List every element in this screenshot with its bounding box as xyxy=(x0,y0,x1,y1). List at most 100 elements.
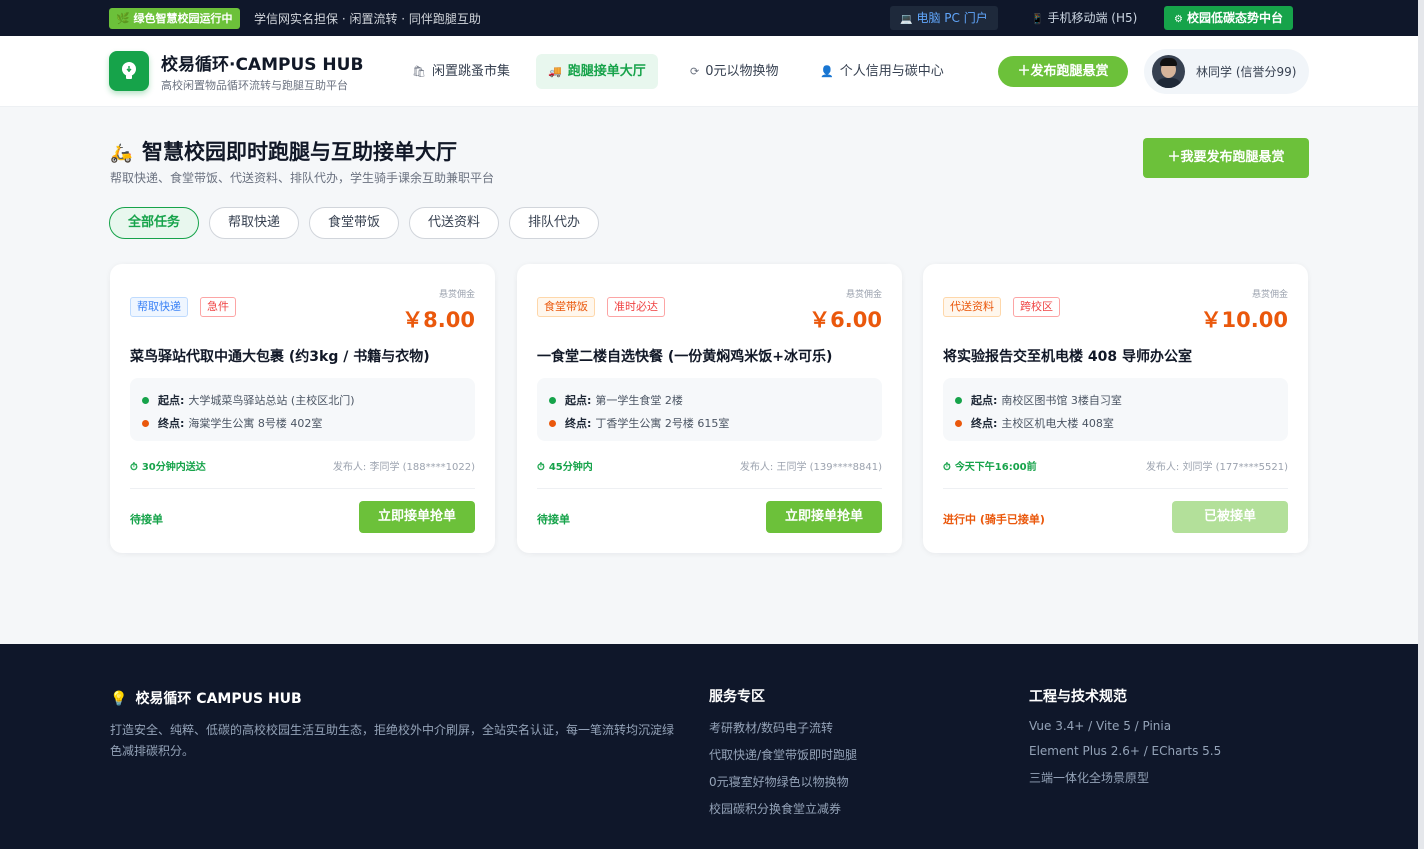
publish-errand-label: 发布跑腿悬赏 xyxy=(1030,64,1109,79)
end-location: 海棠学生公寓 8号楼 402室 xyxy=(188,417,323,430)
bulb-icon xyxy=(122,62,136,79)
bulb-icon: 💡 xyxy=(110,691,128,707)
task-title[interactable]: 将实验报告交至机电楼 408 导师办公室 xyxy=(943,346,1192,366)
end-dot-icon xyxy=(549,419,556,427)
footer-brand[interactable]: 💡 校易循环 CAMPUS HUB xyxy=(110,688,302,708)
laptop-icon: 💻 xyxy=(900,14,913,25)
publish-errand-button[interactable]: ＋发布跑腿悬赏 xyxy=(998,56,1128,87)
nav-errand-hall-label: 跑腿接单大厅 xyxy=(567,64,646,79)
end-location: 丁香学生公寓 2号楼 615室 xyxy=(595,417,730,430)
task-card[interactable]: 代送资料 跨校区 悬赏佣金 ￥10.00 将实验报告交至机电楼 408 导师办公… xyxy=(923,264,1308,553)
task-tag: 准时必达 xyxy=(607,297,665,317)
start-label: 起点: xyxy=(971,394,998,407)
carbon-dashboard-button[interactable]: ⚙ 校园低碳态势中台 xyxy=(1164,6,1293,30)
publish-bounty-button[interactable]: ＋我要发布跑腿悬赏 xyxy=(1143,138,1309,178)
end-label: 终点: xyxy=(158,417,185,430)
brand-name[interactable]: 校易循环·CAMPUS HUB xyxy=(161,50,363,75)
timer-icon: ⏱ xyxy=(943,462,951,473)
end-location: 主校区机电大楼 408室 xyxy=(1001,417,1114,430)
deadline-text: 45分钟内 xyxy=(548,462,593,473)
task-status: 待接单 xyxy=(130,513,163,526)
app-logo[interactable] xyxy=(109,51,149,91)
top-bar: 🌿 绿色智慧校园运行中 学信网实名担保 · 闲置流转 · 同伴跑腿互助 💻 电脑 … xyxy=(0,0,1418,36)
scooter-icon: 🛵 xyxy=(110,143,133,164)
nav-flea-market[interactable]: 🛍 闲置跳蚤市集 xyxy=(400,54,522,89)
task-publisher: 发布人: 王同学 (139****8841) xyxy=(739,462,882,473)
timer-icon: ⏱ xyxy=(130,462,138,473)
task-tag: 帮取快递 xyxy=(130,297,188,317)
task-deadline: ⏱ 30分钟内送达 xyxy=(130,458,206,473)
taken-order-button: 已被接单 xyxy=(1172,501,1288,533)
filter-documents[interactable]: 代送资料 xyxy=(409,207,499,239)
card-divider xyxy=(537,488,882,489)
truck-icon: 🚚 xyxy=(548,65,562,78)
task-tag: 急件 xyxy=(200,297,236,317)
footer-link[interactable]: 0元寝室好物绿色以物换物 xyxy=(709,773,849,790)
footer-link[interactable]: 代取快递/食堂带饭即时跑腿 xyxy=(709,746,857,763)
start-dot-icon xyxy=(549,396,556,404)
route-start: 起点: 大学城菜鸟驿站总站 (主校区北门) xyxy=(142,392,355,408)
reward-label: 悬赏佣金 xyxy=(1251,290,1288,300)
footer-description: 打造安全、纯粹、低碳的高校校园生活互助生态，拒绝校外中介刷屏，全站实名认证，每一… xyxy=(110,723,675,758)
footer-tech-item: Element Plus 2.6+ / ECharts 5.5 xyxy=(1029,744,1222,758)
task-card[interactable]: 食堂带饭 准时必达 悬赏佣金 ￥6.00 一食堂二楼自选快餐 (一份黄焖鸡米饭+… xyxy=(517,264,902,553)
footer-brand-text: 校易循环 CAMPUS HUB xyxy=(135,691,302,707)
plus-icon: ＋ xyxy=(1167,150,1181,165)
start-dot-icon xyxy=(142,396,149,404)
grab-order-button[interactable]: 立即接单抢单 xyxy=(359,501,475,533)
user-name: 林同学 (信誉分99) xyxy=(1196,65,1297,79)
bag-icon: 🛍 xyxy=(412,65,426,78)
carbon-dashboard-label: 校园低碳态势中台 xyxy=(1186,11,1283,25)
footer-link[interactable]: 校园碳积分换食堂立减券 xyxy=(709,800,841,817)
main-header: 校易循环·CAMPUS HUB 高校闲置物品循环流转与跑腿互助平台 🛍 闲置跳蚤市… xyxy=(0,36,1418,107)
task-title[interactable]: 菜鸟驿站代取中通大包裹 (约3kg / 书籍与衣物) xyxy=(130,346,430,366)
footer-tech-item: Vue 3.4+ / Vite 5 / Pinia xyxy=(1029,719,1172,733)
campus-status-text: 绿色智慧校园运行中 xyxy=(133,12,233,25)
filter-all[interactable]: 全部任务 xyxy=(109,207,199,239)
task-publisher: 发布人: 刘同学 (177****5521) xyxy=(1145,462,1288,473)
page-scrollbar[interactable] xyxy=(1418,0,1424,849)
card-divider xyxy=(130,488,475,489)
publish-bounty-label: 我要发布跑腿悬赏 xyxy=(1180,150,1285,165)
page-subtitle: 帮取快递、食堂带饭、代送资料、排队代办，学生骑手课余互助兼职平台 xyxy=(110,171,495,185)
user-icon: 👤 xyxy=(820,65,834,78)
route-end: 终点: 主校区机电大楼 408室 xyxy=(955,415,1114,431)
reward-label: 悬赏佣金 xyxy=(845,290,882,300)
start-label: 起点: xyxy=(565,394,592,407)
reward-amount: ￥6.00 xyxy=(809,308,882,332)
task-title[interactable]: 一食堂二楼自选快餐 (一份黄焖鸡米饭+冰可乐) xyxy=(537,346,832,366)
task-card[interactable]: 帮取快递 急件 悬赏佣金 ￥8.00 菜鸟驿站代取中通大包裹 (约3kg / 书… xyxy=(110,264,495,553)
footer-tech-title: 工程与技术规范 xyxy=(1029,689,1127,705)
filter-canteen[interactable]: 食堂带饭 xyxy=(309,207,399,239)
site-footer: 💡 校易循环 CAMPUS HUB 打造安全、纯粹、低碳的高校校园生活互助生态，拒… xyxy=(0,644,1418,849)
start-location: 大学城菜鸟驿站总站 (主校区北门) xyxy=(188,394,355,407)
mobile-h5-button[interactable]: 📱 手机移动端 (H5) xyxy=(1021,6,1147,30)
grab-order-button[interactable]: 立即接单抢单 xyxy=(766,501,882,533)
brand-tagline: 高校闲置物品循环流转与跑腿互助平台 xyxy=(161,79,348,92)
footer-link[interactable]: 考研教材/数码电子流转 xyxy=(709,719,833,736)
user-profile[interactable]: 林同学 (信誉分99) xyxy=(1144,49,1309,94)
task-publisher: 发布人: 李同学 (188****1022) xyxy=(332,462,475,473)
footer-tech-item: 三端一体化全场景原型 xyxy=(1029,771,1150,785)
filter-queue[interactable]: 排队代办 xyxy=(509,207,599,239)
phone-icon: 📱 xyxy=(1031,14,1044,25)
nav-credit-center[interactable]: 👤 个人信用与碳中心 xyxy=(808,54,956,89)
task-tag: 食堂带饭 xyxy=(537,297,595,317)
timer-icon: ⏱ xyxy=(537,462,545,473)
task-tag: 跨校区 xyxy=(1013,297,1060,317)
nav-swap-label: 0元以物换物 xyxy=(705,64,779,79)
filter-express[interactable]: 帮取快递 xyxy=(209,207,299,239)
nav-errand-hall[interactable]: 🚚 跑腿接单大厅 xyxy=(536,54,658,89)
campus-status-badge: 🌿 绿色智慧校园运行中 xyxy=(109,8,240,29)
pc-portal-button[interactable]: 💻 电脑 PC 门户 xyxy=(890,6,998,30)
end-dot-icon xyxy=(142,419,149,427)
card-divider xyxy=(943,488,1288,489)
reward-label: 悬赏佣金 xyxy=(438,290,475,300)
avatar[interactable] xyxy=(1152,55,1185,88)
route-box: 起点: 大学城菜鸟驿站总站 (主校区北门) 终点: 海棠学生公寓 8号楼 402室 xyxy=(130,378,475,441)
nav-swap[interactable]: ⟳ 0元以物换物 xyxy=(678,54,791,89)
task-status: 待接单 xyxy=(537,513,570,526)
task-status: 进行中 (骑手已接单) xyxy=(943,513,1045,526)
leaf-icon: 🌿 xyxy=(116,12,130,25)
task-deadline: ⏱ 今天下午16:00前 xyxy=(943,458,1037,473)
